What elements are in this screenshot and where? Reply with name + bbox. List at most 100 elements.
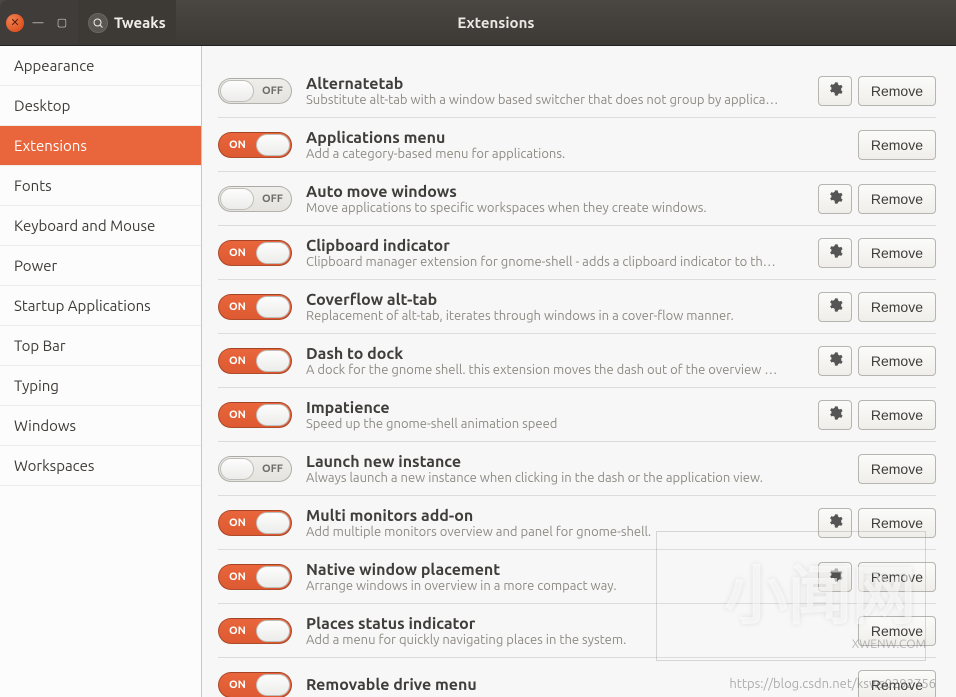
sidebar-item-typing[interactable]: Typing (0, 366, 201, 406)
toggle-label: ON (229, 679, 246, 691)
toggle-label: ON (229, 139, 246, 151)
sidebar-item-desktop[interactable]: Desktop (0, 86, 201, 126)
remove-button[interactable]: Remove (858, 508, 936, 538)
toggle-launch-new-instance[interactable]: OFF (218, 456, 292, 482)
toggle-knob (220, 80, 254, 102)
toggle-label: ON (229, 409, 246, 421)
toggle-knob (220, 458, 254, 480)
extension-info: Removable drive menu (306, 676, 844, 694)
sidebar-item-keyboard-and-mouse[interactable]: Keyboard and Mouse (0, 206, 201, 246)
extension-row-native-window-placement: ONNative window placementArrange windows… (218, 550, 936, 604)
settings-button[interactable] (818, 76, 852, 106)
sidebar-item-appearance[interactable]: Appearance (0, 46, 201, 86)
extension-description: Replacement of alt-tab, iterates through… (306, 309, 804, 323)
toggle-removable-drive-menu[interactable]: ON (218, 672, 292, 697)
extension-title: Impatience (306, 399, 804, 417)
settings-button[interactable] (818, 238, 852, 268)
toggle-impatience[interactable]: ON (218, 402, 292, 428)
settings-button[interactable] (818, 346, 852, 376)
remove-button[interactable]: Remove (858, 670, 936, 697)
gear-icon (827, 243, 843, 263)
gear-icon (827, 81, 843, 101)
toggle-applications-menu[interactable]: ON (218, 132, 292, 158)
toggle-alternatetab[interactable]: OFF (218, 78, 292, 104)
extension-actions: Remove (858, 454, 936, 484)
tweaks-window: ✕ — ▢ Tweaks Extensions AppearanceDeskto… (0, 0, 956, 697)
remove-button[interactable]: Remove (858, 76, 936, 106)
toggle-coverflow-alt-tab[interactable]: ON (218, 294, 292, 320)
extension-row-applications-menu: ON Applications menuAdd a category-based … (218, 118, 936, 172)
toggle-knob (256, 512, 290, 534)
sidebar-item-startup-applications[interactable]: Startup Applications (0, 286, 201, 326)
settings-button[interactable] (818, 292, 852, 322)
remove-button[interactable]: Remove (858, 400, 936, 430)
extension-actions: Remove (818, 562, 936, 592)
extension-title: Clipboard indicator (306, 237, 804, 255)
toggle-label: OFF (262, 463, 283, 475)
gear-icon (827, 567, 843, 587)
remove-button[interactable]: Remove (858, 292, 936, 322)
close-icon[interactable]: ✕ (6, 14, 24, 32)
toggle-dash-to-dock[interactable]: ON (218, 348, 292, 374)
toggle-auto-move-windows[interactable]: OFF (218, 186, 292, 212)
extension-info: Clipboard indicatorClipboard manager ext… (306, 237, 804, 269)
extension-actions: Remove (858, 670, 936, 697)
remove-button[interactable]: Remove (858, 562, 936, 592)
extension-title: Alternatetab (306, 75, 804, 93)
extension-description: Clipboard manager extension for gnome-sh… (306, 255, 804, 269)
extension-actions: Remove (818, 76, 936, 106)
gear-icon (827, 297, 843, 317)
toggle-clipboard-indicator[interactable]: ON (218, 240, 292, 266)
toggle-knob (256, 242, 290, 264)
extension-info: Applications menuAdd a category-based me… (306, 129, 844, 161)
extension-description: Arrange windows in overview in a more co… (306, 579, 804, 593)
sidebar-item-power[interactable]: Power (0, 246, 201, 286)
window-controls: ✕ — ▢ (0, 0, 78, 45)
app-name: Tweaks (114, 14, 166, 31)
settings-button[interactable] (818, 562, 852, 592)
sidebar-item-workspaces[interactable]: Workspaces (0, 446, 201, 486)
extension-row-clipboard-indicator: ON Clipboard indicatorClipboard manager e… (218, 226, 936, 280)
remove-button[interactable]: Remove (858, 130, 936, 160)
extension-row-coverflow-alt-tab: ONCoverflow alt-tabReplacement of alt-ta… (218, 280, 936, 334)
toggle-native-window-placement[interactable]: ON (218, 564, 292, 590)
minimize-icon[interactable]: — (28, 13, 48, 33)
extension-description: Always launch a new instance when clicki… (306, 471, 844, 485)
extension-row-alternatetab: OFF AlternatetabSubstitute alt-tab with a… (218, 64, 936, 118)
settings-button[interactable] (818, 400, 852, 430)
toggle-multi-monitors-add-on[interactable]: ON (218, 510, 292, 536)
extension-actions: Remove (818, 292, 936, 322)
remove-button[interactable]: Remove (858, 616, 936, 646)
extension-row-multi-monitors-add-on: ONMulti monitors add-onAdd multiple moni… (218, 496, 936, 550)
toggle-label: ON (229, 571, 246, 583)
extension-title: Applications menu (306, 129, 844, 147)
extension-info: AlternatetabSubstitute alt-tab with a wi… (306, 75, 804, 107)
sidebar-item-windows[interactable]: Windows (0, 406, 201, 446)
remove-button[interactable]: Remove (858, 346, 936, 376)
toggle-places-status-indicator[interactable]: ON (218, 618, 292, 644)
settings-button[interactable] (818, 508, 852, 538)
extension-description: A dock for the gnome shell. this extensi… (306, 363, 804, 377)
toggle-knob (256, 134, 290, 156)
remove-button[interactable]: Remove (858, 454, 936, 484)
sidebar-item-extensions[interactable]: Extensions (0, 126, 201, 166)
sidebar-item-top-bar[interactable]: Top Bar (0, 326, 201, 366)
extension-actions: Remove (818, 346, 936, 376)
remove-button[interactable]: Remove (858, 238, 936, 268)
extension-description: Speed up the gnome-shell animation speed (306, 417, 804, 431)
maximize-icon[interactable]: ▢ (52, 13, 72, 33)
settings-button[interactable] (818, 184, 852, 214)
gear-icon (827, 351, 843, 371)
remove-button[interactable]: Remove (858, 184, 936, 214)
extension-info: Auto move windowsMove applications to sp… (306, 183, 804, 215)
extension-title: Removable drive menu (306, 676, 844, 694)
extension-row-places-status-indicator: ONPlaces status indicatorAdd a menu for … (218, 604, 936, 658)
extension-actions: Remove (818, 508, 936, 538)
gear-icon (827, 405, 843, 425)
extension-row-removable-drive-menu: ON Removable drive menu Remove (218, 658, 936, 697)
toggle-label: OFF (262, 193, 283, 205)
extension-description: Add multiple monitors overview and panel… (306, 525, 804, 539)
sidebar-item-fonts[interactable]: Fonts (0, 166, 201, 206)
extension-actions: Remove (818, 238, 936, 268)
toggle-label: OFF (262, 85, 283, 97)
